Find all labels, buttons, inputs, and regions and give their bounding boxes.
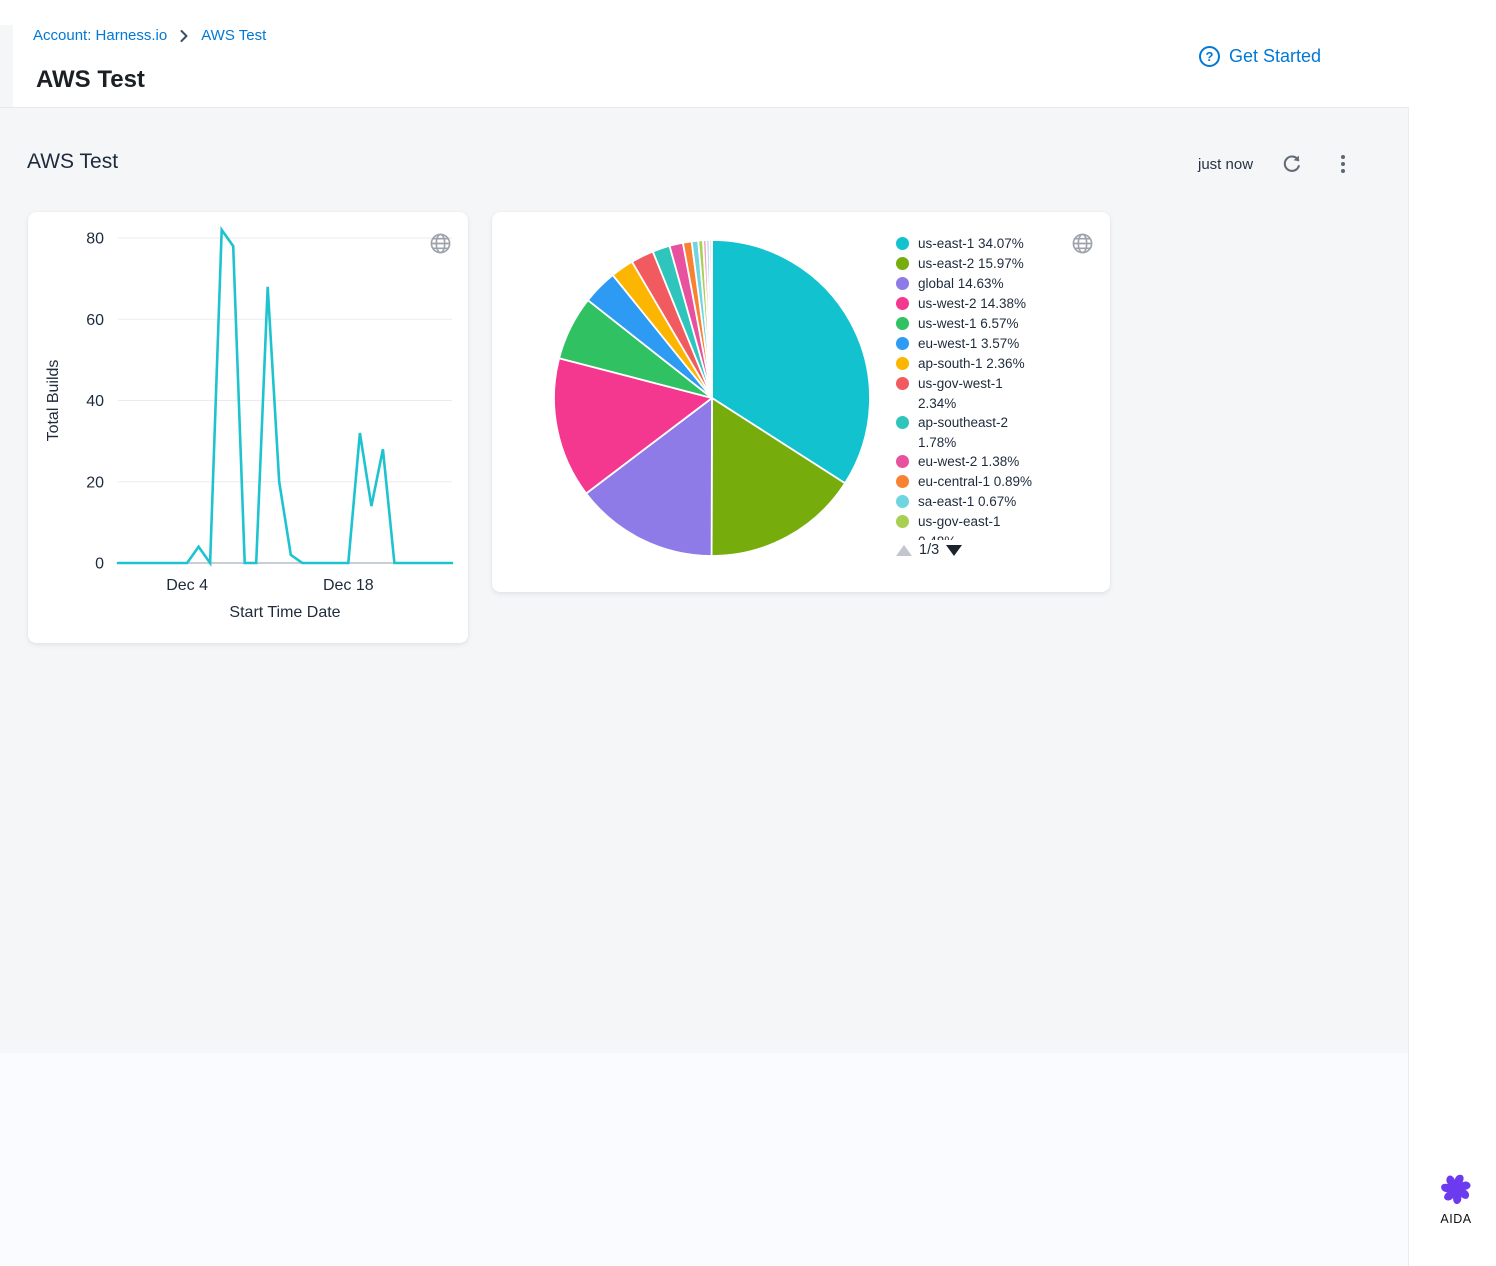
legend-swatch-icon: [896, 416, 909, 429]
aida-assistant-button[interactable]: AIDA: [1427, 1170, 1485, 1226]
legend-item[interactable]: sa-east-1 0.67%: [896, 492, 1064, 512]
legend-item[interactable]: eu-west-1 3.57%: [896, 334, 1064, 354]
legend-label: eu-central-1 0.89%: [918, 472, 1032, 492]
legend-swatch-icon: [896, 377, 909, 390]
legend-item[interactable]: us-east-2 15.97%: [896, 254, 1064, 274]
legend-swatch-icon: [896, 297, 909, 310]
legend-swatch-icon: [896, 455, 909, 468]
help-icon: ?: [1199, 46, 1220, 67]
legend-item[interactable]: us-west-2 14.38%: [896, 294, 1064, 314]
legend-label: ap-south-1 2.36%: [918, 354, 1025, 374]
svg-text:20: 20: [86, 474, 104, 491]
legend-page-down-icon[interactable]: [946, 545, 962, 556]
breadcrumb: Account: Harness.io AWS Test: [33, 27, 266, 44]
pie-chart: [492, 212, 892, 592]
legend-item[interactable]: eu-central-1 0.89%: [896, 472, 1064, 492]
svg-text:Dec 18: Dec 18: [323, 577, 374, 594]
svg-text:0: 0: [95, 556, 104, 573]
chevron-right-icon: [179, 29, 189, 43]
legend-label: ap-southeast-21.78%: [918, 413, 1008, 452]
svg-text:80: 80: [86, 231, 104, 248]
more-options-button[interactable]: [1331, 152, 1355, 176]
legend-item[interactable]: ap-southeast-21.78%: [896, 413, 1064, 452]
legend-swatch-icon: [896, 237, 909, 250]
dashboard-page: Account: Harness.io AWS Test AWS Test ? …: [0, 0, 1496, 1266]
svg-text:40: 40: [86, 393, 104, 410]
legend-label: us-east-2 15.97%: [918, 254, 1024, 274]
legend-page-up-icon[interactable]: [896, 545, 912, 556]
aida-flower-icon: [1437, 1170, 1475, 1208]
right-rail-divider: [1408, 107, 1409, 1266]
globe-icon[interactable]: [1071, 232, 1094, 260]
legend-label: global 14.63%: [918, 274, 1004, 294]
breadcrumb-current-link[interactable]: AWS Test: [201, 27, 266, 44]
legend-item[interactable]: eu-west-2 1.38%: [896, 452, 1064, 472]
legend-pager: 1/3: [896, 542, 962, 558]
legend-label: eu-west-1 3.57%: [918, 334, 1019, 354]
legend-item[interactable]: us-gov-east-10.48%: [896, 512, 1064, 540]
kebab-menu-icon: [1341, 155, 1345, 173]
last-refreshed-label: just now: [1198, 156, 1253, 173]
legend-label: eu-west-2 1.38%: [918, 452, 1019, 472]
bottom-background: [0, 1053, 1408, 1266]
legend-item[interactable]: us-east-1 34.07%: [896, 234, 1064, 254]
legend-swatch-icon: [896, 357, 909, 370]
total-builds-chart-card: 0 20 40 60 80 Dec 4 Dec 18 Start Time Date Total…: [28, 212, 468, 643]
svg-text:60: 60: [86, 312, 104, 329]
legend-swatch-icon: [896, 317, 909, 330]
left-gutter: [0, 25, 13, 107]
legend-item[interactable]: ap-south-1 2.36%: [896, 354, 1064, 374]
legend-page-indicator: 1/3: [919, 542, 939, 558]
legend-swatch-icon: [896, 337, 909, 350]
pie-legend: us-east-1 34.07%us-east-2 15.97%global 1…: [896, 234, 1064, 540]
globe-icon[interactable]: [429, 232, 452, 260]
svg-text:Total Builds: Total Builds: [45, 360, 62, 442]
legend-swatch-icon: [896, 475, 909, 488]
dashboard-title: AWS Test: [27, 150, 118, 174]
region-pie-chart-card: us-east-1 34.07%us-east-2 15.97%global 1…: [492, 212, 1110, 592]
aida-label: AIDA: [1440, 1212, 1471, 1226]
legend-item[interactable]: us-gov-west-12.34%: [896, 374, 1064, 413]
legend-label: us-east-1 34.07%: [918, 234, 1024, 254]
legend-swatch-icon: [896, 515, 909, 528]
get-started-label: Get Started: [1229, 46, 1321, 67]
legend-label: us-west-2 14.38%: [918, 294, 1026, 314]
refresh-button[interactable]: [1280, 152, 1304, 176]
refresh-icon: [1281, 153, 1303, 175]
svg-text:Dec 4: Dec 4: [166, 577, 208, 594]
legend-swatch-icon: [896, 495, 909, 508]
get-started-link[interactable]: ? Get Started: [1199, 46, 1321, 67]
page-title: AWS Test: [36, 66, 145, 94]
legend-label: sa-east-1 0.67%: [918, 492, 1016, 512]
legend-swatch-icon: [896, 277, 909, 290]
line-chart: 0 20 40 60 80 Dec 4 Dec 18 Start Time Date Total…: [28, 212, 468, 643]
legend-item[interactable]: us-west-1 6.57%: [896, 314, 1064, 334]
breadcrumb-account-link[interactable]: Account: Harness.io: [33, 27, 167, 44]
legend-label: us-gov-east-10.48%: [918, 512, 1001, 540]
header-divider: [0, 107, 1408, 108]
legend-label: us-west-1 6.57%: [918, 314, 1019, 334]
dashboard-toolbar: just now: [1198, 152, 1355, 176]
legend-label: us-gov-west-12.34%: [918, 374, 1003, 413]
legend-item[interactable]: global 14.63%: [896, 274, 1064, 294]
legend-swatch-icon: [896, 257, 909, 270]
svg-text:Start Time Date: Start Time Date: [229, 604, 340, 621]
